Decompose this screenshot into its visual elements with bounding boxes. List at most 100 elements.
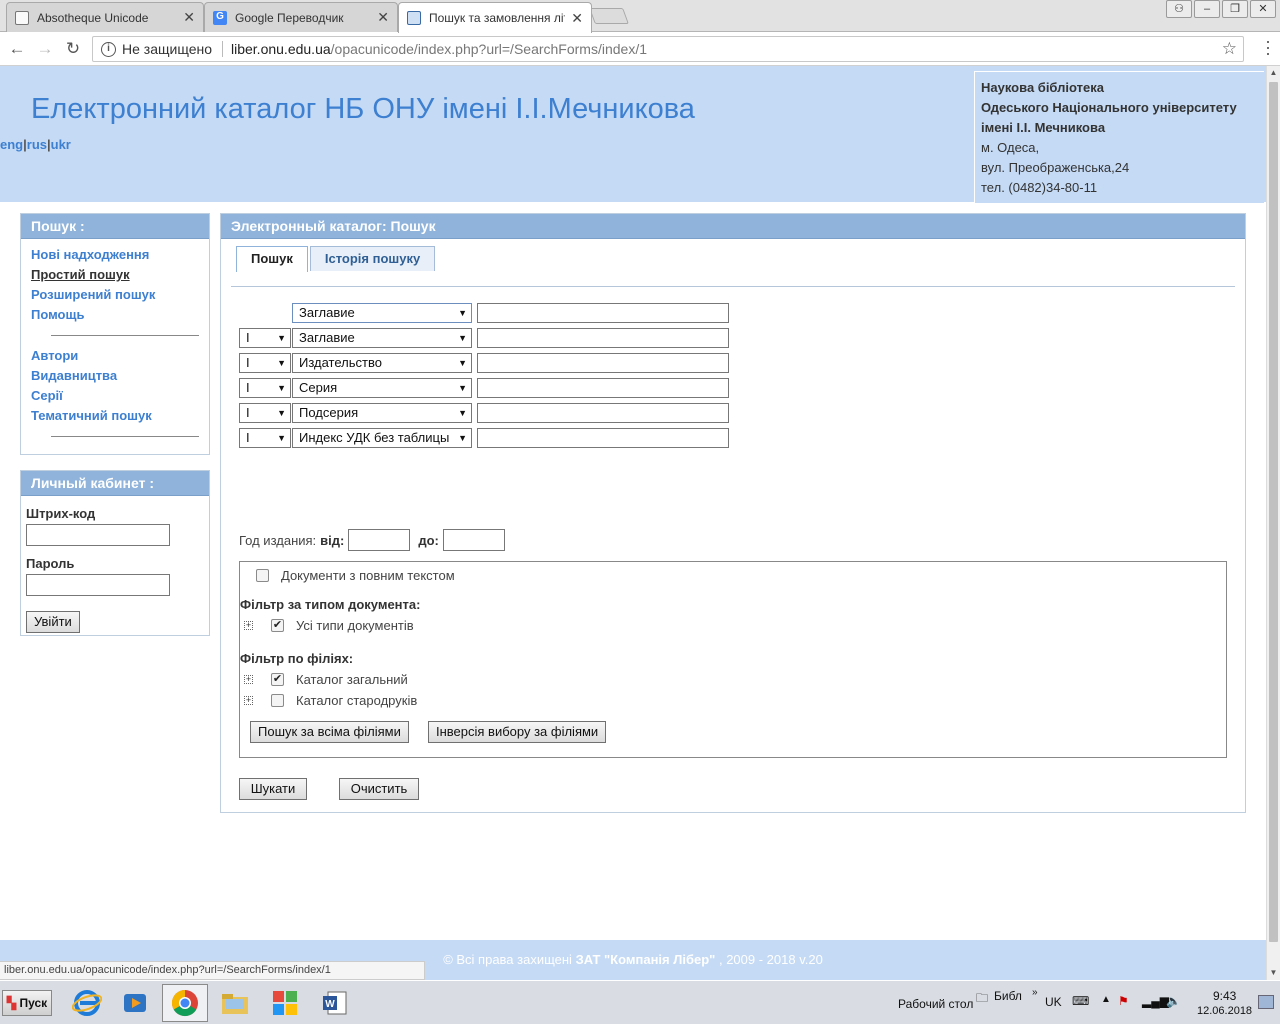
info-icon[interactable]: i xyxy=(101,41,116,57)
forward-icon[interactable]: → xyxy=(34,38,56,60)
search-term-input[interactable] xyxy=(477,303,729,323)
browser-toolbar: ← → ↻ i Не защищено liber.onu.edu.ua /op… xyxy=(0,32,1280,66)
tab-search-history[interactable]: Історія пошуку xyxy=(309,246,436,271)
page-icon xyxy=(15,10,29,25)
word-icon[interactable]: W xyxy=(312,984,358,1022)
expand-icon[interactable]: + xyxy=(244,621,253,630)
restore-button[interactable]: ❐ xyxy=(1222,0,1248,18)
operator-select[interactable]: І ▼ xyxy=(239,428,291,448)
invert-branches-button[interactable]: Інверсія вибору за філіями xyxy=(428,721,607,743)
field-select[interactable]: Заглавие ▼ xyxy=(292,303,472,323)
browser-tab-active[interactable]: Пошук та замовлення літе ✕ xyxy=(398,2,592,33)
bookmark-star-icon[interactable]: ☆ xyxy=(1222,39,1237,59)
operator-select[interactable]: І ▼ xyxy=(239,378,291,398)
branch-checkbox[interactable]: ✔ xyxy=(271,673,284,686)
lang-eng[interactable]: eng xyxy=(0,137,23,152)
clear-button[interactable]: Очистить xyxy=(339,778,419,800)
media-player-icon[interactable] xyxy=(112,984,158,1022)
browser-tab[interactable]: Absotheque Unicode ✕ xyxy=(6,2,204,32)
browser-tab[interactable]: G Google Переводчик ✕ xyxy=(204,2,398,32)
dropdown-arrow-icon: ▼ xyxy=(277,333,286,343)
volume-icon[interactable]: 🔈 xyxy=(1166,994,1181,1008)
link-publishers[interactable]: Видавництва xyxy=(31,366,209,386)
toolbar-expand-icon[interactable]: » xyxy=(1032,987,1038,998)
tab-label: Google Переводчик xyxy=(235,10,344,25)
lang-rus[interactable]: rus xyxy=(27,137,47,152)
branch-option[interactable]: + Каталог стародруків xyxy=(244,693,417,708)
close-icon[interactable]: ✕ xyxy=(377,9,389,26)
search-button[interactable]: Шукати xyxy=(239,778,307,800)
year-from-input[interactable] xyxy=(348,529,411,551)
link-thematic-search[interactable]: Тематичний пошук xyxy=(31,406,209,426)
expand-icon[interactable]: + xyxy=(244,675,253,684)
clock-time[interactable]: 9:43 xyxy=(1213,989,1236,1003)
password-input[interactable] xyxy=(26,574,170,596)
lang-ukr[interactable]: ukr xyxy=(51,137,71,152)
puzzle-app-icon[interactable] xyxy=(262,984,308,1022)
search-term-input[interactable] xyxy=(477,353,729,373)
contact-line: вул. Преображенська,24 xyxy=(981,160,1130,175)
close-icon[interactable]: ✕ xyxy=(571,10,583,27)
desktop-toolbar-label[interactable]: Рабочий стол xyxy=(898,997,973,1011)
clock-date[interactable]: 12.06.2018 xyxy=(1197,1005,1252,1017)
login-button[interactable]: Увійти xyxy=(26,611,80,633)
link-help[interactable]: Помощь xyxy=(31,305,209,325)
fulltext-option[interactable]: Документи з повним текстом xyxy=(256,568,455,583)
link-new-arrivals[interactable]: Нові надходження xyxy=(31,245,209,265)
operator-select[interactable]: І ▼ xyxy=(239,403,291,423)
show-hidden-icons[interactable]: ▲ xyxy=(1101,994,1111,1005)
operator-select[interactable]: І ▼ xyxy=(239,328,291,348)
doctype-checkbox[interactable]: ✔ xyxy=(271,619,284,632)
internet-explorer-icon[interactable] xyxy=(64,984,110,1022)
link-simple-search[interactable]: Простий пошук xyxy=(31,265,209,285)
link-advanced-search[interactable]: Розширений пошук xyxy=(31,285,209,305)
vertical-scrollbar[interactable]: ▲ ▼ xyxy=(1266,66,1280,980)
start-button[interactable]: ▚ Пуск xyxy=(2,990,52,1016)
barcode-input[interactable] xyxy=(26,524,170,546)
search-term-input[interactable] xyxy=(477,403,729,423)
close-window-button[interactable]: ✕ xyxy=(1250,0,1276,18)
network-icon[interactable]: ▂▄▆ xyxy=(1142,994,1169,1008)
back-icon[interactable]: ← xyxy=(6,38,28,60)
field-select[interactable]: Подсерия ▼ xyxy=(292,403,472,423)
new-tab-button[interactable] xyxy=(589,8,629,24)
address-bar[interactable]: i Не защищено liber.onu.edu.ua /opacunic… xyxy=(92,36,1244,62)
search-term-input[interactable] xyxy=(477,378,729,398)
branch-checkbox[interactable] xyxy=(271,694,284,707)
search-all-branches-button[interactable]: Пошук за всіма філіями xyxy=(250,721,409,743)
scroll-down-icon[interactable]: ▼ xyxy=(1267,966,1280,980)
branch-option[interactable]: + ✔ Каталог загальний xyxy=(244,672,408,687)
field-select[interactable]: Серия ▼ xyxy=(292,378,472,398)
year-to-input[interactable] xyxy=(442,529,505,551)
field-select[interactable]: Индекс УДК без таблицы ▼ xyxy=(292,428,472,448)
doctype-option[interactable]: + ✔ Усі типи документів xyxy=(244,618,414,633)
search-term-input[interactable] xyxy=(477,328,729,348)
menu-dots-icon[interactable]: · · · xyxy=(1264,32,1272,62)
scroll-up-icon[interactable]: ▲ xyxy=(1267,66,1280,80)
search-term-input[interactable] xyxy=(477,428,729,448)
link-series[interactable]: Серії xyxy=(31,386,209,406)
profile-icon[interactable]: ⚇ xyxy=(1166,0,1192,18)
show-desktop-button[interactable] xyxy=(1258,995,1274,1009)
fulltext-checkbox[interactable] xyxy=(256,569,269,582)
reload-icon[interactable]: ↻ xyxy=(62,38,84,60)
language-indicator[interactable]: UK xyxy=(1045,995,1062,1009)
link-authors[interactable]: Автори xyxy=(31,346,209,366)
close-icon[interactable]: ✕ xyxy=(183,9,195,26)
minimize-button[interactable]: ‒ xyxy=(1194,0,1220,18)
field-select[interactable]: Издательство ▼ xyxy=(292,353,472,373)
folder-icon[interactable]: 🗀 xyxy=(976,989,988,1010)
tab-label: Absotheque Unicode xyxy=(37,10,149,25)
field-select[interactable]: Заглавие ▼ xyxy=(292,328,472,348)
keyboard-icon[interactable]: ⌨ xyxy=(1072,994,1089,1008)
chrome-icon[interactable] xyxy=(162,984,208,1022)
action-center-icon[interactable]: ⚑ xyxy=(1118,994,1129,1008)
scroll-thumb[interactable] xyxy=(1269,82,1278,942)
expand-icon[interactable]: + xyxy=(244,696,253,705)
tab-search[interactable]: Пошук xyxy=(236,246,308,272)
google-translate-icon: G xyxy=(213,10,227,25)
file-explorer-icon[interactable] xyxy=(212,984,258,1022)
taskbar: ▚ Пуск W Рабочий стол 🗀 Библ » UK ⌨ ▲ ⚑ … xyxy=(0,980,1280,1024)
library-toolbar-label[interactable]: Библ xyxy=(994,989,1022,1003)
operator-select[interactable]: І ▼ xyxy=(239,353,291,373)
